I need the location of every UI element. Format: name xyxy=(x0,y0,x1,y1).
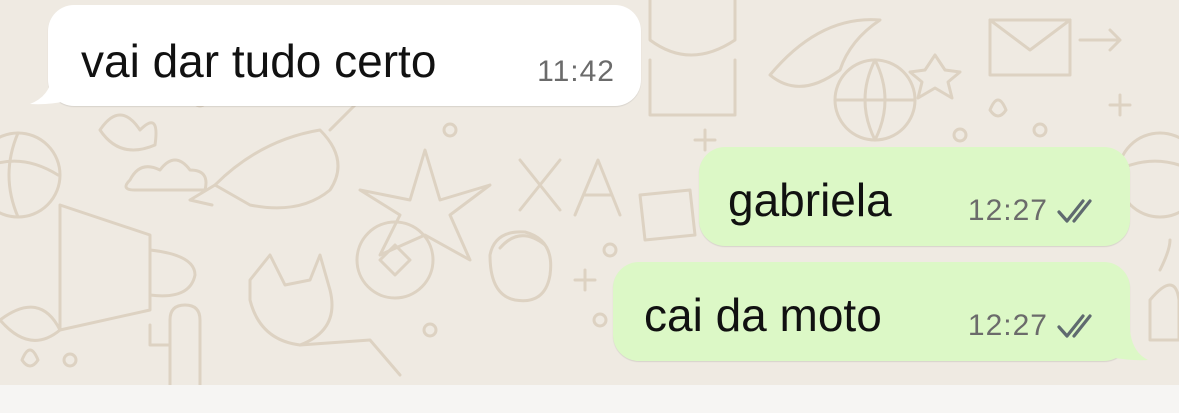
outgoing-message-bubble[interactable]: cai da moto 12:27 xyxy=(613,262,1130,361)
message-text: cai da moto xyxy=(644,289,882,341)
message-timestamp: 12:27 xyxy=(967,309,1048,342)
message-timestamp: 11:42 xyxy=(537,55,615,88)
message-timestamp: 12:27 xyxy=(967,194,1048,227)
message-text: vai dar tudo certo xyxy=(81,35,437,87)
outgoing-bubble-tail xyxy=(1110,330,1148,361)
message-meta: 12:27 xyxy=(968,311,1102,341)
incoming-bubble-tail xyxy=(30,76,66,105)
incoming-message-bubble[interactable]: vai dar tudo certo 11:42 xyxy=(48,5,641,106)
double-check-icon xyxy=(1057,199,1092,223)
outgoing-message-bubble[interactable]: gabriela 12:27 xyxy=(699,147,1130,246)
chat-background: vai dar tudo certo 11:42 gabriela 12:27 … xyxy=(0,0,1179,385)
message-text: gabriela xyxy=(728,174,892,226)
message-meta: 11:42 xyxy=(537,57,615,87)
double-check-icon xyxy=(1057,314,1092,338)
message-meta: 12:27 xyxy=(968,196,1102,226)
bottom-bar xyxy=(0,385,1179,413)
